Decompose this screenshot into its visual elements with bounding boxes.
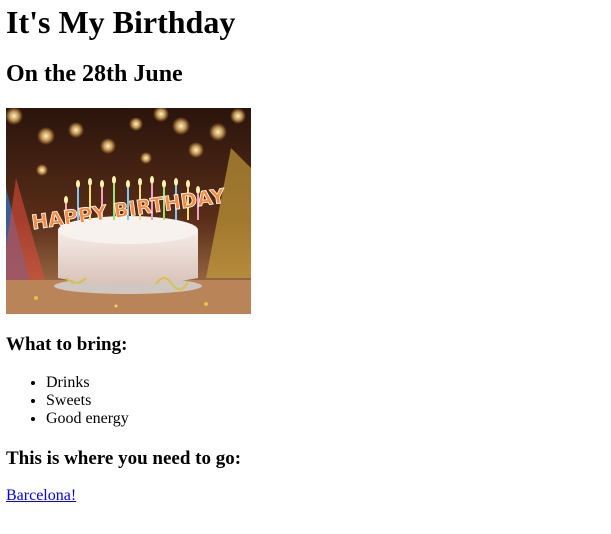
page-subtitle: On the 28th June [6,61,183,87]
list-item: Sweets [46,392,129,410]
bring-heading: What to bring: [6,334,128,355]
location-heading: This is where you need to go: [6,448,242,469]
list-item: Drinks [46,374,129,392]
birthday-cake-image: HAPPY BIRTHDAY [6,108,251,314]
location-link[interactable]: Barcelona! [6,487,76,505]
page-title: It's My Birthday [6,4,236,40]
bring-list: Drinks Sweets Good energy [6,374,129,428]
list-item: Good energy [46,410,129,428]
